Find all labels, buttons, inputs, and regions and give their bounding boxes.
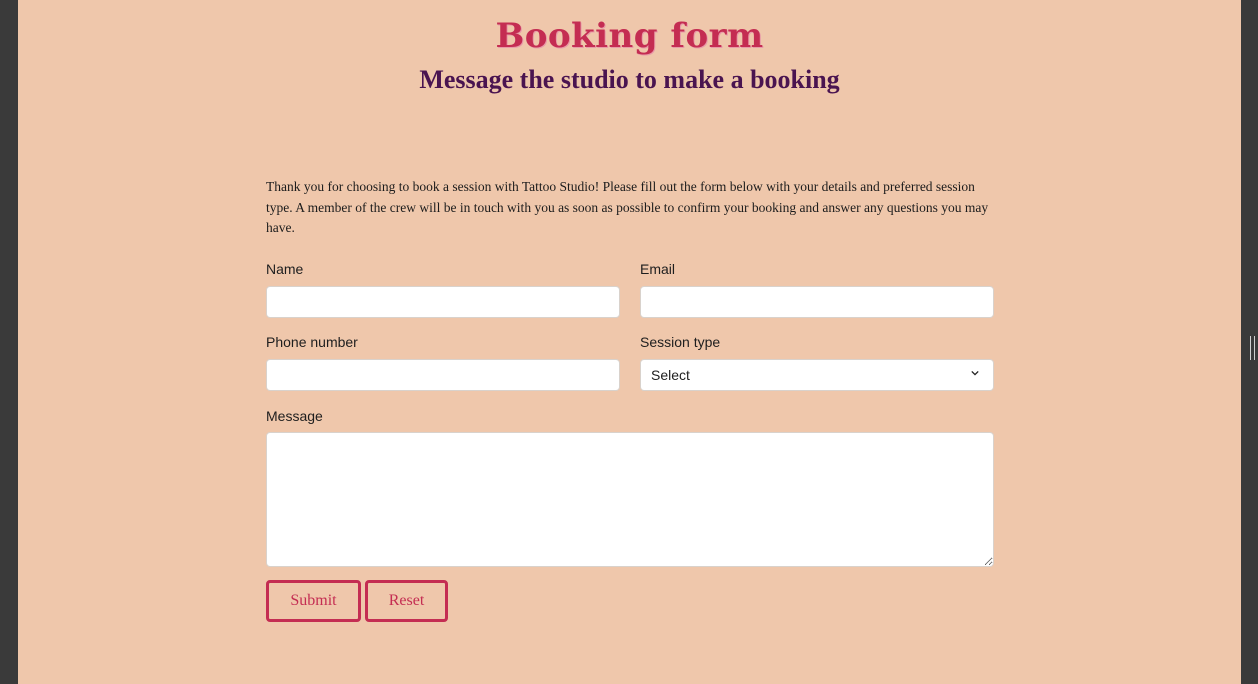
name-label: Name — [266, 261, 304, 277]
page-title: Booking form — [495, 16, 764, 56]
message-field[interactable] — [266, 432, 994, 567]
intro-paragraph: Thank you for choosing to book a session… — [266, 179, 989, 235]
submit-button[interactable]: Submit — [266, 580, 361, 622]
name-field[interactable] — [266, 286, 620, 318]
page-viewport: Booking form Message the studio to make … — [18, 0, 1241, 684]
email-label: Email — [640, 261, 676, 277]
resize-grip-icon[interactable] — [1250, 336, 1255, 360]
chevron-down-icon — [971, 370, 979, 376]
page-subtitle: Message the studio to make a booking — [419, 65, 840, 94]
email-field[interactable] — [640, 286, 994, 318]
phone-field[interactable] — [266, 359, 620, 391]
session-type-value: Select — [651, 367, 690, 383]
session-type-select[interactable]: Select — [640, 359, 994, 391]
session-type-label: Session type — [640, 334, 721, 350]
message-label: Message — [266, 408, 323, 424]
phone-label: Phone number — [266, 334, 358, 350]
reset-button[interactable]: Reset — [365, 580, 448, 622]
